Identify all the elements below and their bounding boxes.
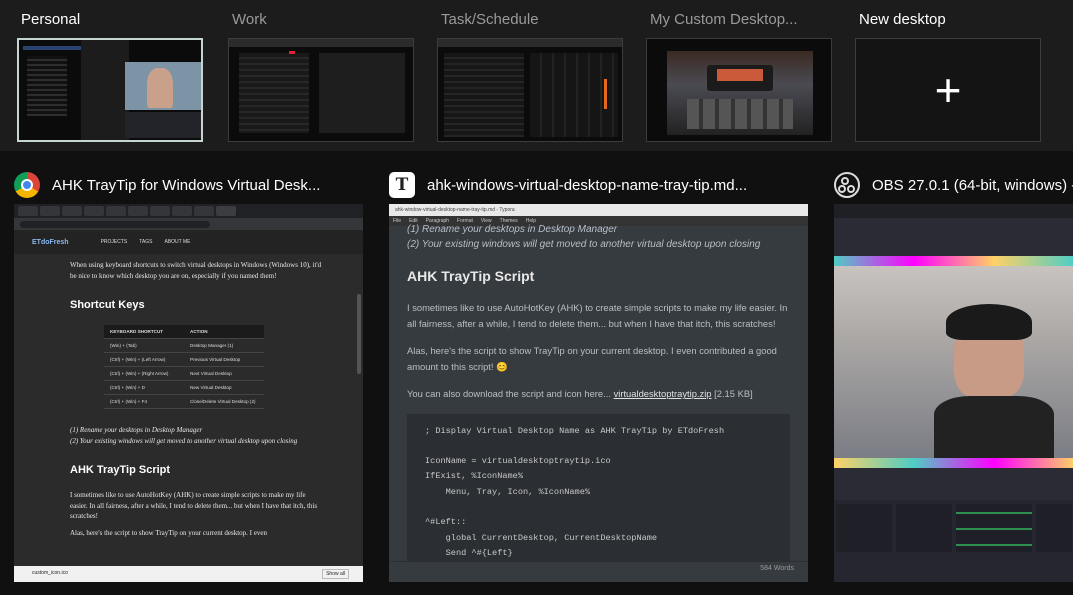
doc-text: [2.15 KB] (711, 388, 753, 400)
doc-text: You can also download the script and ico… (407, 388, 614, 400)
intro-paragraph: When using keyboard shortcuts to switch … (70, 261, 322, 280)
obs-preview[interactable] (834, 256, 1073, 468)
plus-icon: + (934, 64, 962, 116)
typora-title-bar: ahk-window-virtual-desktop-name-tray-tip… (389, 204, 808, 216)
table-row: (Win) + (Tab) Desktop Manager (1) (104, 338, 264, 353)
doc-paragraph-1: I sometimes like to use AutoHotKey (AHK)… (407, 302, 788, 329)
typora-window-title: ahk-window-virtual-desktop-name-tray-tip… (395, 207, 515, 213)
desktop-thumbnail[interactable] (646, 38, 832, 142)
doc-paragraph-3: You can also download the script and ico… (407, 386, 790, 402)
window-title-bar[interactable]: T ahk-windows-virtual-desktop-name-tray-… (389, 170, 747, 200)
note-1: (1) Rename your desktops in Desktop Mana… (407, 224, 618, 235)
scrollbar[interactable] (357, 294, 361, 374)
nav-tags[interactable]: TAGS (139, 239, 152, 245)
article: When using keyboard shortcuts to switch … (14, 254, 363, 560)
browser-tab[interactable] (40, 206, 60, 216)
browser-tab[interactable] (128, 206, 148, 216)
browser-tab-active[interactable] (216, 206, 236, 216)
browser-tab[interactable] (172, 206, 192, 216)
download-item[interactable]: custom_icon.ico (32, 570, 68, 576)
script-paragraph: I sometimes like to use AutoHotKey (AHK)… (70, 491, 318, 520)
note-2: (2) Your existing windows will get moved… (70, 436, 298, 445)
doc-paragraph-2: Alas, here's the script to show TrayTip … (407, 345, 777, 372)
window-title-bar[interactable]: OBS 27.0.1 (64-bit, windows) - (834, 170, 1073, 200)
table-row: (Ctrl) + (Win) + F4 Close/Delete Virtual … (104, 394, 264, 409)
desktop-label: Personal (21, 11, 81, 28)
desktop-label: My Custom Desktop... (650, 11, 798, 28)
window-preview[interactable]: ahk-window-virtual-desktop-name-tray-tip… (389, 204, 808, 582)
obs-menu-bar (834, 204, 1073, 218)
menu-file[interactable]: File (393, 218, 401, 224)
obs-dock-panels (834, 500, 1073, 582)
browser-tab[interactable] (62, 206, 82, 216)
browser-tab[interactable] (194, 206, 214, 216)
address-bar[interactable] (14, 218, 363, 230)
heading-script: AHK TrayTip Script (70, 464, 171, 476)
table-row: (Ctrl) + (Win) + (Right Arrow) Next Virtu… (104, 366, 264, 381)
document-editor[interactable]: (1) Rename your desktops in Desktop Mana… (389, 224, 808, 575)
tab-strip[interactable] (14, 204, 363, 218)
shortcut-table: KEYBOARD SHORTCUT ACTION (Win) + (Tab) Des… (104, 325, 264, 409)
word-count[interactable]: 584 Words (760, 565, 794, 572)
site-navigation: ETdoFresh PROJECTS TAGS ABOUT ME (14, 230, 363, 254)
window-preview[interactable]: ETdoFresh PROJECTS TAGS ABOUT ME When us… (14, 204, 363, 582)
typora-icon-letter: T (395, 175, 409, 195)
table-header: ACTION (184, 325, 264, 339)
url-field[interactable] (20, 220, 210, 228)
code-block[interactable]: ; Display Virtual Desktop Name as AHK Tr… (407, 413, 790, 574)
show-all-button[interactable]: Show all (322, 569, 349, 579)
desktop-label: Work (232, 11, 267, 28)
table-header: KEYBOARD SHORTCUT (104, 325, 184, 339)
table-row: (Ctrl) + (Win) + D New Virtual Desktop (104, 380, 264, 395)
note-1: (1) Rename your desktops in Desktop Mana… (70, 426, 203, 434)
window-title: ahk-windows-virtual-desktop-name-tray-ti… (427, 176, 748, 194)
browser-tab[interactable] (106, 206, 126, 216)
typora-icon: T (389, 172, 415, 198)
site-logo[interactable]: ETdoFresh (32, 239, 69, 246)
desktop-thumbnail[interactable] (228, 38, 414, 142)
window-preview[interactable] (834, 204, 1073, 582)
desktop-label: New desktop (859, 11, 946, 28)
zip-link[interactable]: virtualdesktoptraytip.zip (614, 388, 712, 399)
window-title: AHK TrayTip for Windows Virtual Desk... (52, 176, 321, 194)
chrome-icon (14, 172, 40, 198)
new-desktop-button[interactable]: + (855, 38, 1041, 142)
nav-about[interactable]: ABOUT ME (164, 239, 190, 245)
nav-projects[interactable]: PROJECTS (101, 239, 128, 245)
script-paragraph-2: Alas, here's the script to show TrayTip … (70, 528, 267, 537)
desktop-thumbnail[interactable] (17, 38, 203, 142)
desktop-thumbnail[interactable] (437, 38, 623, 142)
status-bar: 584 Words (389, 561, 808, 575)
doc-heading: AHK TrayTip Script (407, 268, 535, 284)
window-title: OBS 27.0.1 (64-bit, windows) - (872, 176, 1073, 194)
note-2: (2) Your existing windows will get moved… (407, 239, 761, 250)
heading-shortcut-keys: Shortcut Keys (70, 299, 145, 311)
browser-tab[interactable] (150, 206, 170, 216)
browser-tab[interactable] (84, 206, 104, 216)
desktop-label: Task/Schedule (441, 11, 539, 28)
download-bar: custom_icon.ico Show all (14, 566, 363, 582)
browser-tab[interactable] (18, 206, 38, 216)
obs-icon (834, 172, 860, 198)
window-title-bar[interactable]: AHK TrayTip for Windows Virtual Desk... (14, 170, 320, 200)
virtual-desktop-strip: Personal Work Task/Schedule My Custom De… (0, 0, 1073, 151)
table-row: (Ctrl) + (Win) + (Left Arrow) Previous Vi… (104, 352, 264, 367)
